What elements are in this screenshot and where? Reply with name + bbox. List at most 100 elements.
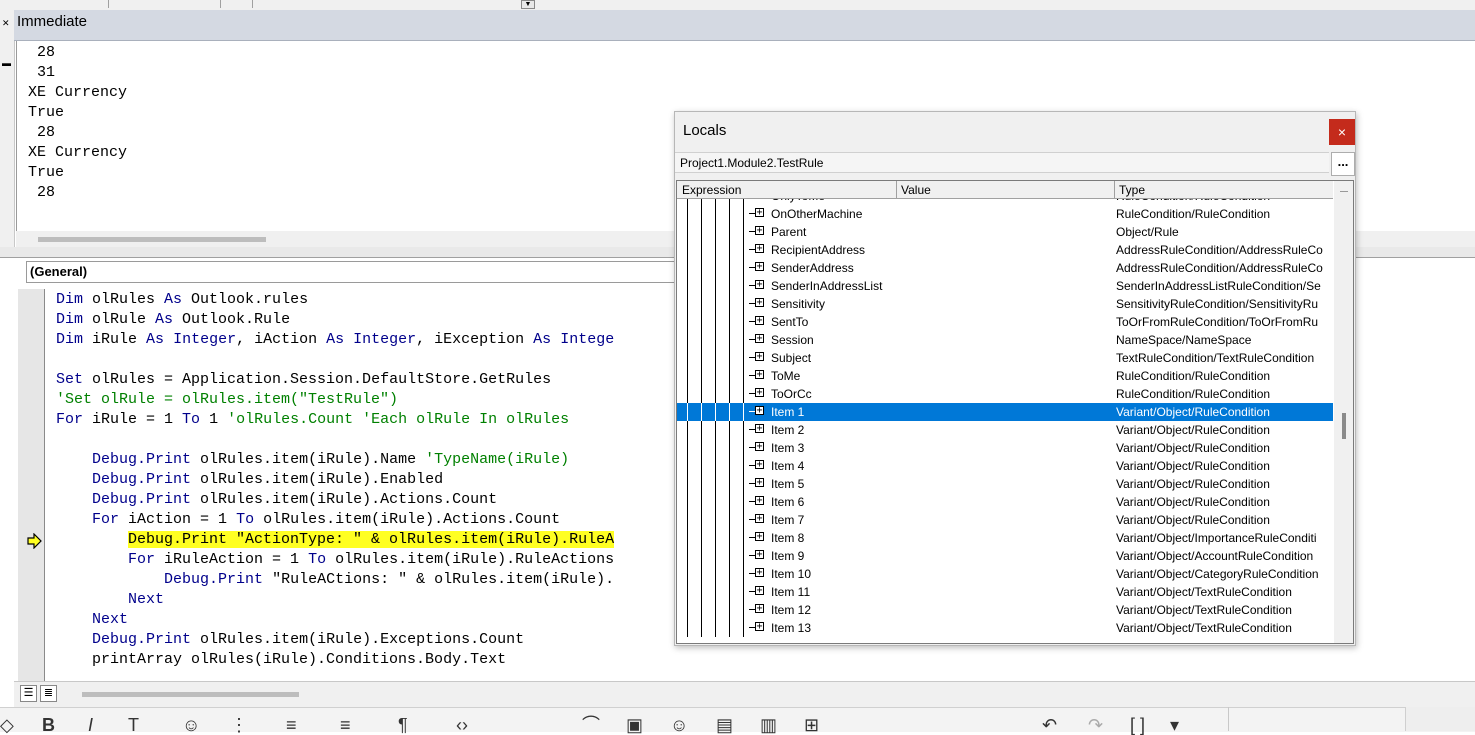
bullet-list-icon[interactable]: ≡ bbox=[286, 716, 297, 734]
font-size-icon[interactable]: T bbox=[128, 716, 139, 734]
brackets-icon[interactable]: [ ] bbox=[1130, 716, 1145, 734]
immediate-output[interactable]: 28 31 XE Currency True 28 XE Currency True 2… bbox=[28, 43, 127, 203]
code-line[interactable]: For iRule = 1 To 1 'olRules.Count 'Each … bbox=[56, 410, 614, 430]
code-icon[interactable]: ‹› bbox=[456, 716, 468, 734]
expand-icon[interactable]: + bbox=[755, 460, 764, 470]
code-line[interactable]: Set olRules = Application.Session.Defaul… bbox=[56, 370, 614, 390]
code-line[interactable]: Debug.Print olRules.item(iRule).Actions.… bbox=[56, 490, 614, 510]
expand-icon[interactable]: + bbox=[755, 370, 764, 380]
expand-icon[interactable]: + bbox=[755, 478, 764, 488]
expand-icon[interactable]: + bbox=[755, 352, 764, 362]
locals-window[interactable]: Locals × Project1.Module2.TestRule ... E… bbox=[674, 111, 1356, 646]
expand-icon[interactable]: + bbox=[755, 532, 764, 542]
locals-row[interactable]: + Item 10 Variant/Object/CategoryRuleCondi… bbox=[677, 565, 1333, 583]
locals-row[interactable]: + SentTo ToOrFromRuleCondition/ToOrFromRu bbox=[677, 313, 1333, 331]
locals-grid[interactable]: Expression Value Type + OnlyToMe RuleCondi… bbox=[676, 180, 1354, 644]
immediate-window-titlebar[interactable]: Immediate bbox=[14, 10, 1475, 41]
emoji-icon[interactable]: ☺ bbox=[182, 716, 200, 734]
expand-icon[interactable]: + bbox=[755, 208, 764, 218]
scrollbar-thumb[interactable] bbox=[1342, 413, 1346, 439]
code-line[interactable]: Dim olRule As Outlook.Rule bbox=[56, 310, 614, 330]
column-divider[interactable] bbox=[1114, 181, 1115, 198]
paragraph-icon[interactable]: ¶ bbox=[398, 716, 408, 734]
locals-row[interactable]: + Item 11 Variant/Object/TextRuleCondition bbox=[677, 583, 1333, 601]
scrollbar-thumb[interactable] bbox=[38, 237, 266, 242]
scroll-down-icon[interactable]: ▬ bbox=[2, 58, 11, 68]
locals-row[interactable]: + Item 4 Variant/Object/RuleCondition bbox=[677, 457, 1333, 475]
expand-icon[interactable]: + bbox=[755, 442, 764, 452]
locals-row[interactable]: + Parent Object/Rule bbox=[677, 223, 1333, 241]
locals-row[interactable]: + Item 12 Variant/Object/TextRuleCondition bbox=[677, 601, 1333, 619]
code-line[interactable]: Debug.Print "ActionType: " & olRules.ite… bbox=[56, 530, 615, 550]
expand-icon[interactable]: + bbox=[755, 622, 764, 632]
expand-icon[interactable]: + bbox=[755, 244, 764, 254]
code-line[interactable]: printArray olRules(iRule).Conditions.Bod… bbox=[56, 650, 614, 670]
code-line[interactable]: For iRuleAction = 1 To olRules.item(iRul… bbox=[56, 550, 614, 570]
full-module-view-button[interactable]: ≣ bbox=[40, 685, 57, 702]
code-horizontal-scrollbar-thumb[interactable] bbox=[82, 692, 299, 697]
locals-row[interactable]: + RecipientAddress AddressRuleCondition/Ad… bbox=[677, 241, 1333, 259]
column-header-value[interactable]: Value bbox=[901, 183, 931, 197]
expand-icon[interactable]: + bbox=[755, 388, 764, 398]
expand-icon[interactable]: + bbox=[755, 226, 764, 236]
expand-icon[interactable]: + bbox=[755, 316, 764, 326]
locals-grid-body[interactable]: + OnlyToMe RuleCondition/RuleCondition + OnO… bbox=[677, 199, 1333, 643]
locals-row[interactable]: + Item 1 Variant/Object/RuleCondition bbox=[677, 403, 1333, 421]
expand-icon[interactable]: + bbox=[755, 604, 764, 614]
expand-icon[interactable]: + bbox=[755, 334, 764, 344]
column-divider[interactable] bbox=[896, 181, 897, 198]
link-icon[interactable]: ⌒ bbox=[582, 716, 600, 734]
locals-row[interactable]: + Item 6 Variant/Object/RuleCondition bbox=[677, 493, 1333, 511]
code-editor[interactable]: Dim olRules As Outlook.rules Dim olRule A… bbox=[46, 289, 696, 681]
italic-icon[interactable]: I bbox=[88, 716, 93, 734]
code-line[interactable]: For iAction = 1 To olRules.item(iRule).A… bbox=[56, 510, 614, 530]
toolbar-partial-icon[interactable]: ◇ bbox=[0, 716, 14, 734]
locals-row[interactable]: + SenderAddress AddressRuleCondition/Addre… bbox=[677, 259, 1333, 277]
procedure-view-button[interactable]: ☰ bbox=[20, 685, 37, 702]
undo-icon[interactable]: ↶ bbox=[1042, 716, 1057, 734]
expand-icon[interactable]: + bbox=[755, 406, 764, 416]
code-line[interactable]: Debug.Print olRules.item(iRule).Enabled bbox=[56, 470, 614, 490]
code-line[interactable]: Dim iRule As Integer, iAction As Integer… bbox=[56, 330, 614, 350]
code-line[interactable] bbox=[56, 430, 614, 450]
close-button[interactable]: × bbox=[1329, 119, 1355, 145]
locals-row[interactable]: + SenderInAddressList SenderInAddressListR… bbox=[677, 277, 1333, 295]
expand-icon[interactable]: + bbox=[755, 550, 764, 560]
locals-row[interactable]: + Item 8 Variant/Object/ImportanceRuleCond… bbox=[677, 529, 1333, 547]
code-line[interactable] bbox=[56, 350, 614, 370]
code-line[interactable]: Next bbox=[56, 610, 614, 630]
expand-icon[interactable]: + bbox=[755, 424, 764, 434]
expand-icon[interactable]: + bbox=[755, 496, 764, 506]
image-icon[interactable]: ▣ bbox=[626, 716, 643, 734]
expand-icon[interactable]: + bbox=[755, 586, 764, 596]
locals-row[interactable]: + ToOrCc RuleCondition/RuleCondition bbox=[677, 385, 1333, 403]
call-stack-button[interactable]: ... bbox=[1331, 152, 1355, 176]
save-icon[interactable]: ▾ bbox=[1170, 716, 1179, 734]
locals-row[interactable]: + OnOtherMachine RuleCondition/RuleConditi… bbox=[677, 205, 1333, 223]
grid-icon[interactable]: ⊞ bbox=[804, 716, 819, 734]
locals-row[interactable]: + Item 2 Variant/Object/RuleCondition bbox=[677, 421, 1333, 439]
object-combo-box[interactable]: (General) bbox=[26, 261, 686, 283]
smiley-icon[interactable]: ☺ bbox=[670, 716, 688, 734]
numbered-list-icon[interactable]: ≡ bbox=[340, 716, 351, 734]
code-line[interactable]: Dim olRules As Outlook.rules bbox=[56, 290, 614, 310]
locals-row[interactable]: + Session NameSpace/NameSpace bbox=[677, 331, 1333, 349]
expand-icon[interactable]: + bbox=[755, 298, 764, 308]
expand-icon[interactable]: + bbox=[755, 568, 764, 578]
code-line[interactable]: Debug.Print olRules.item(iRule).Name 'Ty… bbox=[56, 450, 614, 470]
code-lines[interactable]: Dim olRules As Outlook.rules Dim olRule A… bbox=[56, 290, 614, 670]
expand-icon[interactable]: + bbox=[755, 514, 764, 524]
locals-row[interactable]: + Item 9 Variant/Object/AccountRuleConditi… bbox=[677, 547, 1333, 565]
redo-icon[interactable]: ↷ bbox=[1088, 716, 1103, 734]
table-icon[interactable]: ▤ bbox=[716, 716, 733, 734]
bold-icon[interactable]: B bbox=[42, 716, 55, 734]
code-line[interactable]: 'Set olRule = olRules.item("TestRule") bbox=[56, 390, 614, 410]
column-header-expression[interactable]: Expression bbox=[682, 183, 741, 197]
locals-row[interactable]: + Item 5 Variant/Object/RuleCondition bbox=[677, 475, 1333, 493]
locals-row[interactable]: + Item 3 Variant/Object/RuleCondition bbox=[677, 439, 1333, 457]
expand-icon[interactable]: + bbox=[755, 280, 764, 290]
locals-row[interactable]: + Subject TextRuleCondition/TextRuleCondit… bbox=[677, 349, 1333, 367]
code-line[interactable]: Debug.Print "RuleACtions: " & olRules.it… bbox=[56, 570, 614, 590]
columns-icon[interactable]: ▥ bbox=[760, 716, 777, 734]
column-header-type[interactable]: Type bbox=[1119, 183, 1145, 197]
